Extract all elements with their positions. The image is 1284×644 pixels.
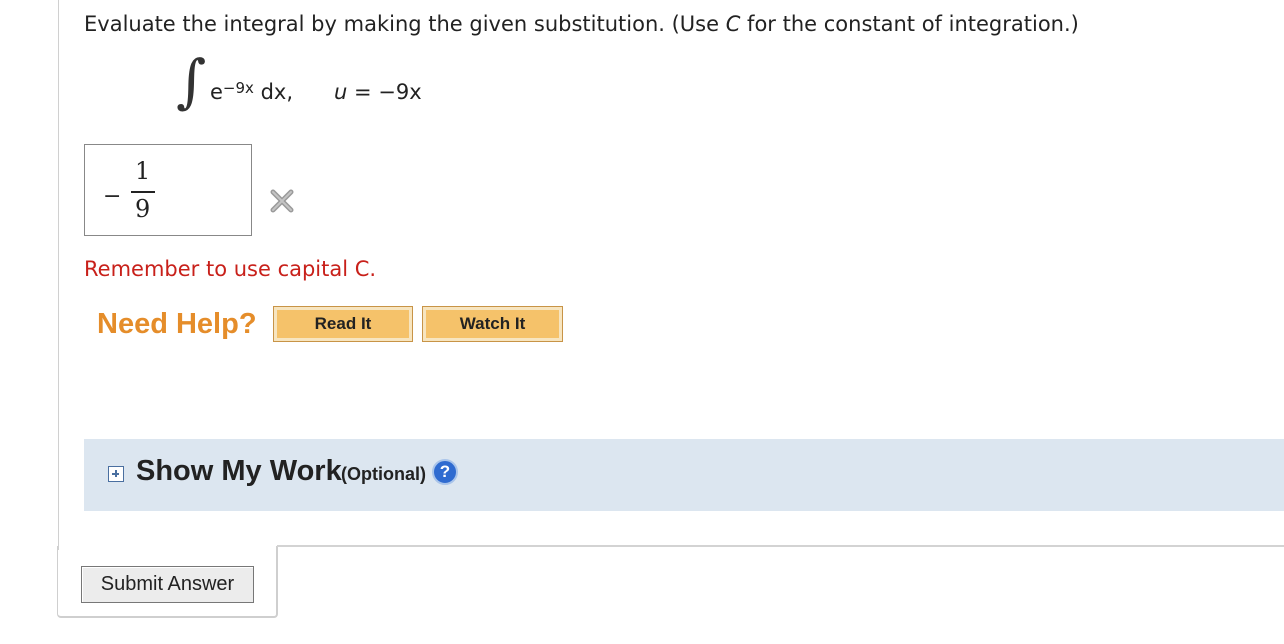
answer-denominator: 9 — [135, 195, 151, 223]
watch-it-button[interactable]: Watch It — [422, 306, 563, 342]
need-help-label: Need Help? — [97, 308, 257, 340]
read-it-button[interactable]: Read It — [273, 306, 413, 342]
question-prompt: Evaluate the integral by making the give… — [84, 12, 1079, 36]
integral-expression: ∫ e−9x dx, u = −9x — [176, 47, 576, 125]
integrand-exponent: −9x — [222, 79, 254, 97]
question-text-before: Evaluate the integral by making the give… — [84, 12, 726, 36]
feedback-message: Remember to use capital C. — [84, 257, 377, 281]
integrand-base: e — [210, 80, 223, 104]
constant-variable: C — [725, 12, 741, 36]
show-my-work-bar[interactable]: Show My Work (Optional) ? — [84, 439, 1284, 511]
substitution-variable: u — [334, 80, 348, 104]
x-mark-icon — [270, 189, 294, 213]
substitution: u = −9x — [334, 80, 422, 104]
show-my-work-title[interactable]: Show My Work — [136, 455, 342, 488]
fraction-bar — [131, 191, 155, 193]
question-circle-icon[interactable]: ? — [432, 459, 458, 485]
submit-answer-button[interactable]: Submit Answer — [81, 566, 254, 603]
divider — [277, 545, 1284, 547]
answer-numerator: 1 — [135, 157, 151, 185]
answer-input[interactable]: − 1 9 — [84, 144, 252, 236]
plus-box-icon[interactable] — [108, 466, 124, 482]
integrand: e−9x dx, — [210, 79, 294, 104]
substitution-rest: = −9x — [347, 80, 422, 104]
answer-sign: − — [103, 184, 122, 209]
question-text-after: for the constant of integration.) — [740, 12, 1079, 36]
optional-label: (Optional) — [341, 464, 426, 484]
integral-sign: ∫ — [176, 47, 207, 115]
integrand-differential: dx, — [253, 80, 294, 104]
